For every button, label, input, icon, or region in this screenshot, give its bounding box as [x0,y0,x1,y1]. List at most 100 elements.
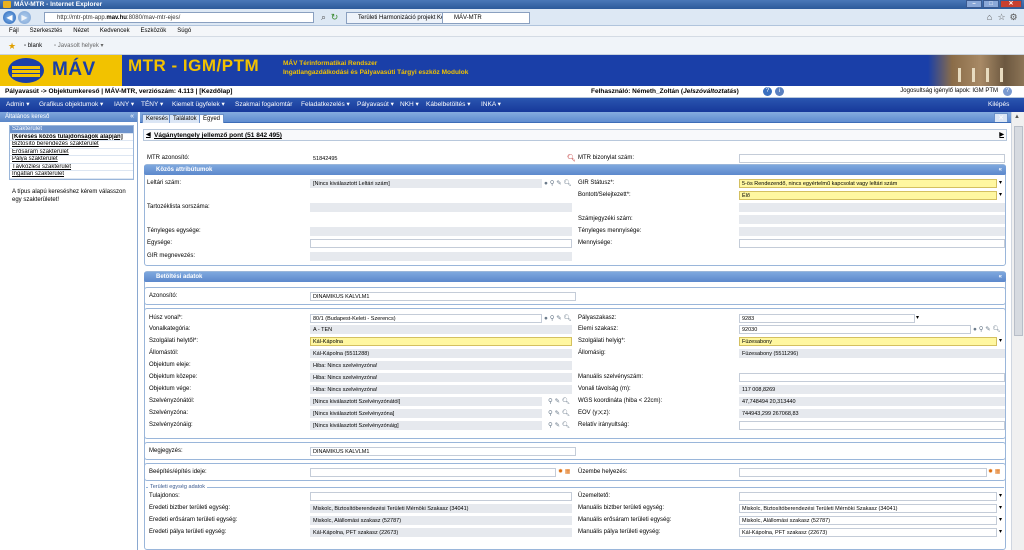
minimize-button[interactable]: – [966,0,982,8]
domain-item-common[interactable]: [Keresés közös tulajdonságok alapján] [10,134,133,141]
tab-egyed[interactable]: Egyed [199,114,225,123]
menu-grafikus[interactable]: Grafikus objektumok ▾ [39,101,103,109]
tab-talalatok[interactable]: Találatok [169,114,201,123]
collapse-icon[interactable]: « [999,272,1002,282]
collapse-icon[interactable]: « [130,112,134,122]
refresh-icon[interactable]: ↻ [329,12,340,23]
megjegyzes-input[interactable]: DINAMIKUS KALVLM1 [310,447,576,456]
next-arrow-icon[interactable]: ▶ [999,130,1004,141]
menu-file[interactable]: Fájl [9,26,19,37]
dropdown-arrow-icon[interactable]: ▾ [999,337,1002,346]
menu-tools[interactable]: Eszközök [141,26,167,37]
menu-help[interactable]: Súgó [177,26,191,37]
domain-item-erosaram[interactable]: Erősáram szakterület [10,149,133,156]
forward-arrow-icon[interactable]: ▶ [18,11,31,24]
close-button[interactable]: ✕ [1000,0,1022,8]
szolg-helytol-select[interactable]: Kál-Kápolna [310,337,572,346]
right-empty-field [739,203,1005,212]
dropdown-arrow-icon[interactable]: ▾ [999,492,1002,501]
back-arrow-icon[interactable]: ◀ [3,11,16,24]
szelvenyzonaig-action-icons[interactable]: ⚲ ✎ 🔍︎ [548,421,570,430]
dropdown-arrow-icon[interactable]: ▾ [999,191,1002,200]
rights-help-icon[interactable]: ? [1003,87,1012,96]
url-input[interactable]: http://mtr-ptm-app.mav.hu:8080/mav-mtr-e… [44,12,314,23]
menu-admin[interactable]: Admin ▾ [6,101,30,109]
menu-inka[interactable]: INKA ▾ [481,101,501,109]
dropdown-arrow-icon[interactable]: ▾ [999,179,1002,188]
szelvenyzonatol-action-icons[interactable]: ⚲ ✎ 🔍︎ [548,397,570,406]
manualis-biztber-select[interactable]: Miskolc, Biztosítóberendezési Területi M… [739,504,997,513]
relativ-iranyultsag-input[interactable] [739,421,1005,430]
manualis-szelveny-input[interactable] [739,373,1005,382]
szelvenyzona-action-icons[interactable]: ⚲ ✎ 🔍︎ [548,409,570,418]
scroll-up-arrow-icon[interactable]: ▲ [1014,114,1020,120]
common-attributes-header[interactable]: Közös attribútumok « [144,165,1006,175]
palyaszakasz-select[interactable]: 9283 [739,314,915,323]
gir-status-select[interactable]: 5-ös Rendezendő, nincs egyértelmű kapcso… [739,179,997,188]
calendar-icon[interactable]: ✹ ▦ [988,468,1000,477]
calendar-icon[interactable]: ✹ ▦ [558,468,570,477]
manualis-palya-select[interactable]: Kál-Kápolna, PFT szakasz (22673) [739,528,997,537]
husz-vonal-action-icons[interactable]: ● ⚲ ✎ 🔍︎ [544,314,572,323]
browser-tab-2[interactable]: MÁV-MTR [442,12,530,24]
menu-nkh[interactable]: NKH ▾ [400,101,419,109]
leltari-action-icons[interactable]: ● ⚲ ✎ 🔍︎ [544,179,572,188]
menu-kiemelt[interactable]: Kiemelt ügyfelek ▾ [172,101,225,109]
tabs-close-icon[interactable]: ✕ [994,113,1008,122]
favorites-star-icon[interactable]: ☆ [996,12,1007,23]
tulajdonos-select[interactable] [310,492,572,501]
page-scrollbar[interactable]: ▲ [1011,112,1024,550]
domain-item-ingatlan[interactable]: Ingatlan szakterület [10,171,133,179]
dropdown-arrow-icon[interactable]: ▾ [916,314,919,323]
menu-view[interactable]: Nézet [73,26,89,37]
mtr-biz-input[interactable] [739,154,1005,163]
bontott-select[interactable]: Élő [739,191,997,200]
domain-item-tavkozles[interactable]: Távközlési szakterület [10,164,133,171]
domain-item-palya[interactable]: Pálya szakterület [10,156,133,164]
menu-fogalomtar[interactable]: Szakmai fogalomtár [235,101,292,109]
domain-item-biztber[interactable]: Biztosító berendezés szakterület [10,141,133,149]
uzemelteto-select[interactable] [739,492,997,501]
uzembe-input[interactable] [739,468,987,477]
egysege-input[interactable] [310,239,572,248]
search-icon[interactable]: 🔍︎ [567,154,576,163]
loading-data-header[interactable]: Betöltési adatok « [144,272,1006,282]
menu-feladatkezeles[interactable]: Feladatkezelés ▾ [301,101,350,109]
menu-edit[interactable]: Szerkesztés [30,26,63,37]
dropdown-arrow-icon[interactable]: ▾ [999,504,1002,513]
azonosito-input[interactable]: DINAMIKUS KALVLM1 [310,292,576,301]
user-help-icon[interactable]: ? [763,87,772,96]
menu-palyavasut[interactable]: Pályavasút ▾ [357,101,394,109]
szolg-helyig-select[interactable]: Füzesabony [739,337,997,346]
prev-arrow-icon[interactable]: ◀ [146,130,151,141]
settings-gear-icon[interactable]: ⚙ [1008,12,1019,23]
user-settings-icon[interactable]: i [775,87,784,96]
maximize-button[interactable]: □ [983,0,999,8]
dropdown-arrow-icon[interactable]: ▾ [999,528,1002,537]
password-change-link[interactable]: Jelszóváltoztatás [683,88,736,95]
husz-vonal-select[interactable]: 80/1 (Budapest-Keleti - Szerencs) [310,314,542,323]
url-rest: :8080/mav-mtr-ejes/ [126,15,181,21]
domain-item-header[interactable]: Szakterület [10,126,133,134]
menu-favorites[interactable]: Kedvencek [100,26,130,37]
collapse-icon[interactable]: « [999,165,1002,175]
menu-iany[interactable]: IANY ▾ [114,101,134,109]
logout-button[interactable]: Kilépés [988,101,1009,109]
mennyisege-input[interactable] [739,239,1005,248]
record-title[interactable]: Vágánytengely jellemző pont (51 842 495) [154,132,282,139]
menu-kabelbetoltes[interactable]: Kábelbetöltés ▾ [426,101,470,109]
tab-kereses[interactable]: Keresés [142,114,173,123]
elemi-szakasz-action-icons[interactable]: ● ⚲ ✎ 🔍︎ [973,325,1001,334]
scrollbar-thumb[interactable] [1014,126,1023,336]
search-icon[interactable]: ⌕ [318,12,329,23]
elemi-szakasz-input[interactable]: 92030 [739,325,971,334]
dropdown-arrow-icon[interactable]: ▾ [999,516,1002,525]
rights-link[interactable]: Jogosultság igénylő lapok: IGM PTM [900,88,998,94]
manualis-erosaram-select[interactable]: Miskolc, Alállomási szakasz (52787) [739,516,997,525]
menu-teny[interactable]: TÉNY ▾ [141,101,163,109]
favorites-star-icon[interactable]: ★ [8,41,16,53]
fav-suggested[interactable]: ▫ Javasolt helyek ▾ [54,41,104,51]
home-icon[interactable]: ⌂ [984,12,995,23]
fav-blank[interactable]: ▫ blank [24,41,42,51]
beepites-input[interactable] [310,468,556,477]
